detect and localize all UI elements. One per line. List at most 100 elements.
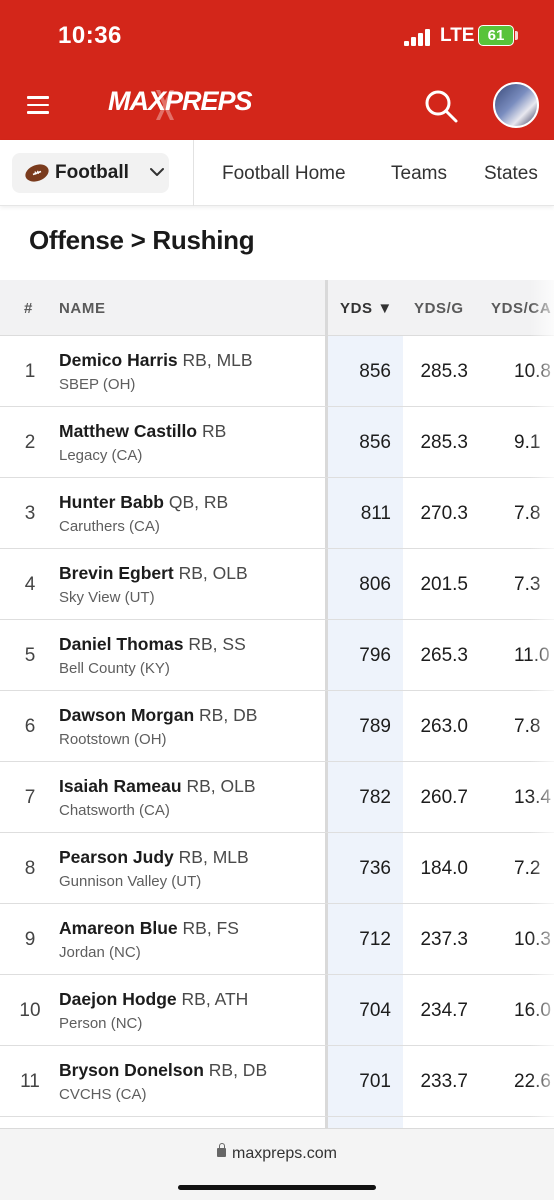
cell-yds: 782 — [359, 787, 391, 808]
cell-yds-per-game: 265.3 — [420, 645, 468, 666]
player-school[interactable]: Caruthers (CA) — [59, 518, 160, 535]
table-row[interactable]: 1Demico Harris RB, MLBSBEP (OH)856285.31… — [0, 336, 554, 407]
row-rank: 1 — [24, 361, 36, 382]
player-name[interactable]: Demico Harris RB, MLB — [59, 350, 253, 371]
nav-link-football-home[interactable]: Football Home — [222, 163, 346, 185]
player-school[interactable]: Bell County (KY) — [59, 660, 170, 677]
player-name[interactable]: Daejon Hodge RB, ATH — [59, 989, 248, 1010]
table-row[interactable]: 5 Daniel Thomas RB, SS Bell County (KY) 796… — [0, 620, 554, 691]
browser-toolbar: maxpreps.com — [0, 1128, 554, 1200]
player-name-text: Daejon Hodge — [59, 989, 177, 1009]
cell-yds: 736 — [359, 858, 391, 879]
column-header-rank[interactable]: # — [24, 300, 33, 317]
player-position: RB, DB — [199, 705, 258, 725]
user-avatar[interactable] — [493, 82, 539, 128]
player-position: RB, OLB — [186, 776, 256, 796]
nav-link-teams[interactable]: Teams — [391, 163, 447, 185]
chevron-down-icon — [150, 168, 164, 176]
player-name[interactable]: Matthew Castillo RB — [59, 421, 226, 442]
player-name-text: Pearson Judy — [59, 847, 174, 867]
player-position: RB, SS — [188, 634, 246, 654]
row-rank: 11 — [20, 1071, 40, 1092]
player-name[interactable]: Pearson Judy RB, MLB — [59, 847, 249, 868]
horizontal-scroll-fade — [530, 280, 554, 1128]
row-rank: 7 — [24, 787, 36, 808]
table-row[interactable]: 9Amareon Blue RB, FSJordan (NC)712237.31… — [0, 904, 554, 975]
search-icon[interactable] — [423, 88, 459, 124]
player-name-text: Demico Harris — [59, 350, 178, 370]
status-bar: 10:36 LTE 61 — [0, 0, 554, 70]
player-position: RB, MLB — [178, 847, 249, 867]
cell-yds-per-game: 270.3 — [420, 503, 468, 524]
cell-yds: 806 — [359, 574, 391, 595]
player-school[interactable]: Legacy (CA) — [59, 447, 142, 464]
cell-yds-per-game: 263.0 — [420, 716, 468, 737]
column-header-name[interactable]: NAME — [59, 300, 106, 317]
player-name[interactable]: Daniel Thomas RB, SS — [59, 634, 246, 655]
player-name[interactable]: Isaiah Rameau RB, OLB — [59, 776, 256, 797]
player-name[interactable]: Brevin Egbert RB, OLB — [59, 563, 248, 584]
hamburger-menu-icon[interactable] — [27, 96, 49, 114]
player-school[interactable]: Gunnison Valley (UT) — [59, 873, 201, 890]
player-position: RB, DB — [208, 1060, 268, 1080]
row-rank: 9 — [24, 929, 36, 950]
maxpreps-logo[interactable]: MAXPREPS — [108, 84, 253, 126]
table-row[interactable]: 7 Isaiah Rameau RB, OLB Chatsworth (CA) 782… — [0, 762, 554, 833]
player-position: RB — [201, 421, 227, 441]
player-school[interactable]: Person (NC) — [59, 1015, 142, 1032]
cell-yds-per-game: 184.0 — [420, 858, 468, 879]
player-name-text: Isaiah Rameau — [59, 776, 182, 796]
player-school[interactable]: CVCHS (CA) — [59, 1086, 147, 1103]
cell-yds-per-game: 234.7 — [420, 1000, 468, 1021]
player-name-text: Matthew Castillo — [59, 421, 198, 441]
cell-yds: 704 — [359, 1000, 391, 1021]
url-text: maxpreps.com — [232, 1145, 337, 1162]
table-row[interactable]: 6 Dawson Morgan RB, DB Rootstown (OH) 789 26… — [0, 691, 554, 762]
table-header: # NAME YDS ▼ YDS/G YDS/CA — [0, 280, 554, 336]
player-position: RB, MLB — [182, 350, 253, 370]
cell-yds: 796 — [359, 645, 391, 666]
player-name[interactable]: Bryson Donelson RB, DB — [59, 1060, 267, 1081]
table-row[interactable]: 8 Pearson Judy RB, MLB Gunnison Valley (UT… — [0, 833, 554, 904]
player-school[interactable]: SBEP (OH) — [59, 376, 135, 393]
table-row[interactable]: 11 Bryson Donelson RB, DB CVCHS (CA) 701 233… — [0, 1046, 554, 1117]
player-name[interactable]: Amareon Blue RB, FS — [59, 918, 239, 939]
player-name-text: Hunter Babb — [59, 492, 164, 512]
player-name-text: Dawson Morgan — [59, 705, 195, 725]
table-row[interactable]: 4 Brevin Egbert RB, OLB Sky View (UT) 806 20… — [0, 549, 554, 620]
player-school[interactable]: Chatsworth (CA) — [59, 802, 170, 819]
cell-yds-per-game: 285.3 — [420, 361, 468, 382]
cell-yds: 811 — [360, 503, 391, 524]
row-rank: 6 — [24, 716, 36, 737]
row-rank: 10 — [19, 1000, 41, 1021]
player-position: RB, ATH — [181, 989, 249, 1009]
player-school[interactable]: Jordan (NC) — [59, 944, 141, 961]
subnav-divider — [193, 140, 194, 206]
column-header-yds-per-game[interactable]: YDS/G — [414, 300, 464, 317]
table-row[interactable]: 3 Hunter Babb QB, RB Caruthers (CA) 811 270.… — [0, 478, 554, 549]
row-rank: 3 — [24, 503, 36, 524]
player-school[interactable]: Rootstown (OH) — [59, 731, 167, 748]
battery-tip — [515, 31, 518, 40]
player-school[interactable]: Sky View (UT) — [59, 589, 155, 606]
table-row[interactable]: 10 Daejon Hodge RB, ATH Person (NC) 704 234.… — [0, 975, 554, 1046]
cell-yds: 856 — [359, 432, 391, 453]
player-name-text: Daniel Thomas — [59, 634, 184, 654]
player-position: RB, FS — [182, 918, 239, 938]
row-rank: 5 — [24, 645, 36, 666]
logo-text: MAXPREPS — [108, 86, 253, 116]
row-rank: 4 — [24, 574, 36, 595]
nav-link-states[interactable]: States — [484, 163, 538, 185]
battery-icon: 61 — [478, 25, 514, 46]
player-name[interactable]: Dawson Morgan RB, DB — [59, 705, 257, 726]
player-name[interactable]: Hunter Babb QB, RB — [59, 492, 228, 513]
table-row[interactable]: 2 Matthew Castillo RB Legacy (CA) 856 285.3 9… — [0, 407, 554, 478]
sport-selector[interactable]: Football — [12, 153, 169, 193]
address-bar[interactable]: maxpreps.com — [0, 1143, 554, 1163]
home-indicator — [178, 1185, 376, 1190]
cell-yds-per-game: 285.3 — [420, 432, 468, 453]
cellular-signal-icon — [404, 28, 434, 46]
rushing-stats-table: # NAME YDS ▼ YDS/G YDS/CA 1 Demico Harris… — [0, 280, 554, 1128]
column-header-yds[interactable]: YDS ▼ — [340, 300, 393, 317]
player-position: QB, RB — [168, 492, 229, 512]
